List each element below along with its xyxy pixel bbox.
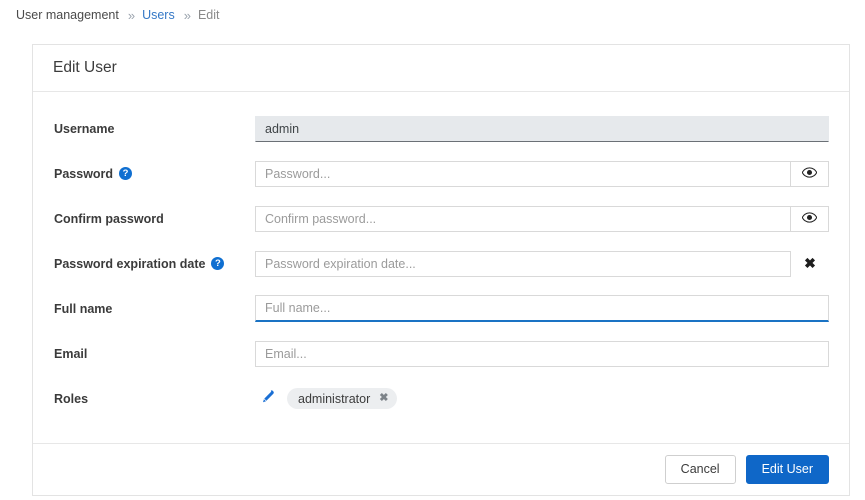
confirm-password-control xyxy=(255,205,829,232)
full-name-label-text: Full name xyxy=(54,301,113,316)
edit-roles-button[interactable] xyxy=(259,390,277,408)
breadcrumb: User management » Users » Edit xyxy=(0,0,865,30)
form-row-password: Password ? xyxy=(53,151,829,196)
username-label: Username xyxy=(53,122,255,136)
breadcrumb-item-users[interactable]: Users xyxy=(142,8,175,22)
breadcrumb-root: User management xyxy=(16,8,119,22)
breadcrumb-separator-icon: » xyxy=(183,7,191,23)
confirm-password-input[interactable] xyxy=(255,205,791,232)
full-name-input[interactable] xyxy=(255,295,829,322)
password-expiration-date-control: ✖ xyxy=(255,250,829,277)
cancel-button[interactable]: Cancel xyxy=(664,455,736,484)
edit-user-card: Edit User Username Password ? xyxy=(32,44,850,496)
card-footer: Cancel Edit User xyxy=(33,443,849,495)
email-field[interactable] xyxy=(255,340,829,367)
page-title: Edit User xyxy=(53,59,117,76)
roles-label-text: Roles xyxy=(54,391,89,406)
password-input[interactable] xyxy=(255,160,791,187)
form-row-confirm-password: Confirm password xyxy=(53,196,829,241)
card-header: Edit User xyxy=(33,45,849,92)
help-icon[interactable]: ? xyxy=(119,167,133,180)
roles-control: administrator ✖ xyxy=(255,388,829,409)
password-expiration-date-label: Password expiration date ? xyxy=(53,257,255,271)
password-label: Password ? xyxy=(53,167,255,181)
form-row-password-expiration-date: Password expiration date ? ✖ xyxy=(53,241,829,286)
remove-role-icon[interactable]: ✖ xyxy=(379,393,388,404)
pencil-icon xyxy=(261,390,275,407)
email-control xyxy=(255,340,829,367)
roles-tag-list: administrator ✖ xyxy=(255,388,398,409)
help-icon[interactable]: ? xyxy=(211,257,225,270)
username-input xyxy=(255,115,829,142)
password-label-text: Password xyxy=(54,166,114,181)
role-tag-administrator[interactable]: administrator ✖ xyxy=(287,388,398,409)
password-visibility-toggle-button[interactable] xyxy=(791,160,829,187)
confirm-password-visibility-toggle-button[interactable] xyxy=(791,205,829,232)
role-tag-label: administrator xyxy=(298,391,371,406)
form-row-email: Email xyxy=(53,331,829,376)
username-control xyxy=(255,115,829,142)
breadcrumb-item-edit: Edit xyxy=(197,8,220,22)
roles-label: Roles xyxy=(53,392,255,406)
edit-user-submit-button[interactable]: Edit User xyxy=(745,455,829,484)
eye-icon xyxy=(801,166,818,181)
full-name-control xyxy=(255,295,829,322)
username-label-text: Username xyxy=(54,121,115,136)
form-row-full-name: Full name xyxy=(53,286,829,331)
breadcrumb-separator-icon: » xyxy=(127,7,136,23)
password-expiration-date-input[interactable] xyxy=(255,250,791,277)
email-label: Email xyxy=(53,347,255,361)
form-row-username: Username xyxy=(53,106,829,151)
email-label-text: Email xyxy=(54,346,88,361)
password-control xyxy=(255,160,829,187)
confirm-password-label: Confirm password xyxy=(53,212,255,226)
form-row-roles: Roles administrator ✖ xyxy=(53,376,829,421)
eye-icon xyxy=(801,211,818,226)
password-expiration-date-label-text: Password expiration date xyxy=(54,256,206,271)
confirm-password-label-text: Confirm password xyxy=(54,211,164,226)
full-name-label: Full name xyxy=(53,302,255,316)
clear-icon[interactable]: ✖ xyxy=(791,251,829,277)
card-body: Username Password ? xyxy=(33,92,849,443)
